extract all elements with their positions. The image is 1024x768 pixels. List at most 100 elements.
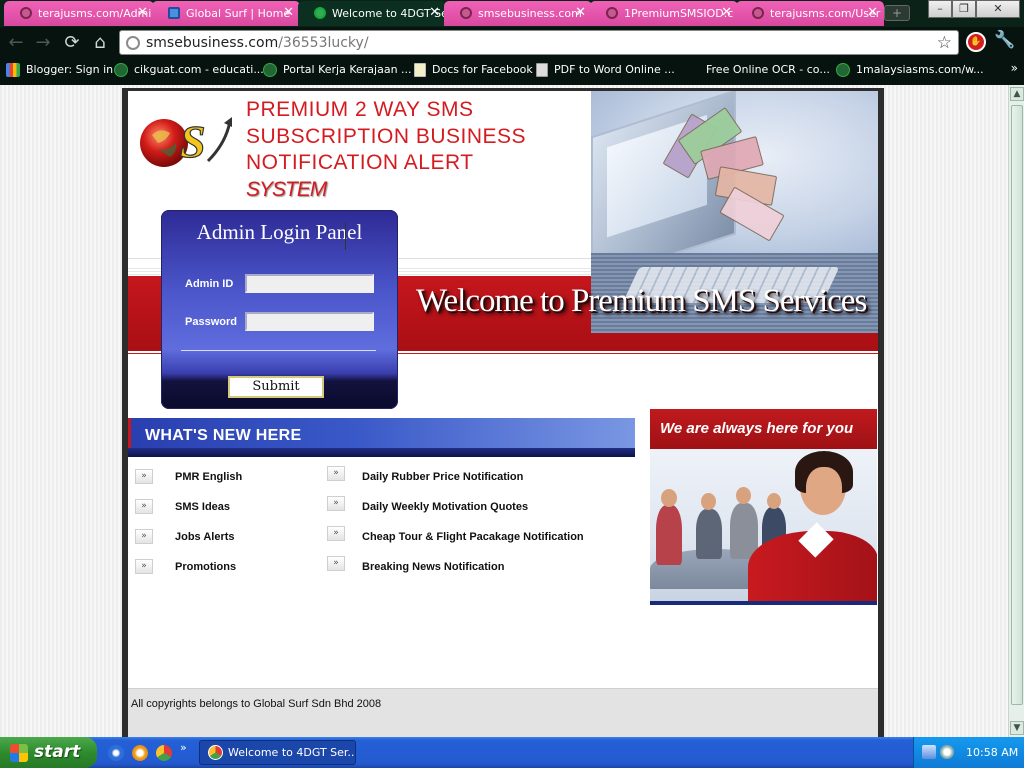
- admin-id-label: Admin ID: [185, 278, 234, 290]
- vertical-scrollbar[interactable]: ▲ ▼: [1008, 85, 1024, 737]
- forward-icon[interactable]: →: [31, 31, 55, 55]
- bookmark-label: Portal Kerja Kerajaan ...: [283, 63, 412, 76]
- headline-line: PREMIUM 2 WAY SMS: [246, 98, 474, 121]
- url-text[interactable]: smsebusiness.com/36553lucky/: [146, 35, 369, 51]
- bookmarks-bar: Blogger: Sign in cikguat.com - educati..…: [0, 59, 1024, 85]
- site-footer: All copyrights belongs to Global Surf Sd…: [128, 688, 878, 738]
- news-link-breaking-news[interactable]: Breaking News Notification: [362, 561, 504, 573]
- chevron-right-icon[interactable]: »: [327, 466, 345, 481]
- site-favicon-icon: [263, 63, 277, 77]
- chevron-right-icon[interactable]: »: [135, 469, 153, 484]
- whats-new-title: WHAT'S NEW HERE: [145, 427, 302, 444]
- scroll-thumb[interactable]: [1011, 105, 1023, 705]
- site-headline: PREMIUM 2 WAY SMS SUBSCRIPTION BUSINESS …: [246, 97, 526, 203]
- news-link-tour-flight[interactable]: Cheap Tour & Flight Pacakage Notificatio…: [362, 531, 584, 543]
- support-promo[interactable]: We are always here for you: [650, 409, 877, 605]
- headline-line: NOTIFICATION ALERT: [246, 151, 474, 174]
- minimize-button[interactable]: –: [928, 0, 952, 18]
- document-icon: [414, 63, 426, 77]
- bookmark-blogger[interactable]: Blogger: Sign in: [6, 63, 113, 77]
- svg-text:S: S: [180, 116, 206, 167]
- password-label: Password: [185, 316, 237, 328]
- close-icon[interactable]: ✕: [867, 5, 878, 20]
- close-icon[interactable]: ✕: [137, 5, 148, 20]
- chevron-right-icon[interactable]: »: [327, 496, 345, 511]
- headline-line: SYSTEM: [246, 177, 327, 201]
- wrench-icon[interactable]: 🔧: [994, 30, 1015, 50]
- scroll-up-icon[interactable]: ▲: [1010, 87, 1024, 101]
- chevron-right-icon[interactable]: »: [327, 556, 345, 571]
- site-favicon-icon: [168, 7, 180, 19]
- admin-id-input[interactable]: [245, 274, 374, 293]
- chevron-right-icon[interactable]: »: [135, 499, 153, 514]
- volume-icon[interactable]: [940, 745, 954, 759]
- tab-terajusms-user[interactable]: terajusms.com/User ✕: [736, 1, 884, 26]
- reload-icon[interactable]: ⟳: [60, 31, 84, 55]
- tab-global-surf[interactable]: Global Surf | Home ✕: [152, 1, 300, 26]
- tab-1premiumsms[interactable]: 1PremiumSMSIOD.c ✕: [590, 1, 738, 26]
- start-button[interactable]: start: [0, 737, 97, 768]
- address-bar[interactable]: smsebusiness.com/36553lucky/ ☆: [119, 30, 959, 55]
- media-player-icon[interactable]: [132, 745, 148, 761]
- site-favicon-icon: [606, 7, 618, 19]
- google-icon: [6, 63, 20, 77]
- password-input[interactable]: [245, 312, 374, 331]
- bookmark-pdf-to-word[interactable]: PDF to Word Online ...: [536, 63, 675, 77]
- close-icon[interactable]: ✕: [283, 5, 294, 20]
- bookmark-label: cikguat.com - educati...: [134, 63, 264, 76]
- news-link-jobs-alerts[interactable]: Jobs Alerts: [175, 531, 235, 543]
- bookmark-portal-kerja[interactable]: Portal Kerja Kerajaan ...: [263, 63, 412, 77]
- close-window-button[interactable]: ✕: [976, 0, 1020, 18]
- restore-button[interactable]: ❐: [952, 0, 976, 18]
- browser-chrome: terajusms.com/Admi ✕ Global Surf | Home …: [0, 0, 1024, 85]
- close-icon[interactable]: ✕: [429, 5, 440, 20]
- bookmark-label: Blogger: Sign in: [26, 63, 114, 76]
- chevron-right-icon[interactable]: »: [135, 559, 153, 574]
- tab-label: smsebusiness.com: [478, 7, 582, 20]
- news-link-pmr-english[interactable]: PMR English: [175, 471, 242, 483]
- login-panel-title: Admin Login Panel: [196, 220, 363, 244]
- site-favicon-icon: [20, 7, 32, 19]
- submit-button[interactable]: Submit: [228, 376, 324, 398]
- chevron-right-icon[interactable]: »: [327, 526, 345, 541]
- chrome-icon: [208, 745, 223, 760]
- bookmark-docs-facebook[interactable]: Docs for Facebook: [414, 63, 533, 77]
- url-path: /36553lucky/: [278, 35, 369, 51]
- close-icon[interactable]: ✕: [575, 5, 586, 20]
- internet-explorer-icon[interactable]: [108, 745, 124, 761]
- adblock-icon[interactable]: ✋: [966, 32, 986, 52]
- taskbar-clock[interactable]: 10:58 AM: [966, 746, 1018, 759]
- taskbar-window-chrome[interactable]: Welcome to 4DGT Ser...: [199, 740, 356, 765]
- home-icon[interactable]: ⌂: [88, 31, 112, 55]
- tab-label: Global Surf | Home: [186, 7, 291, 20]
- close-icon[interactable]: ✕: [721, 5, 732, 20]
- network-icon[interactable]: [922, 745, 936, 759]
- windows-logo-icon: [10, 744, 28, 762]
- news-link-motivation-quotes[interactable]: Daily Weekly Motivation Quotes: [362, 501, 528, 513]
- site-favicon-icon: [836, 63, 850, 77]
- tab-welcome-4dgt[interactable]: Welcome to 4DGT Se ✕: [298, 1, 446, 26]
- site-favicon-icon: [752, 7, 764, 19]
- tab-smsebusiness[interactable]: smsebusiness.com ✕: [444, 1, 592, 26]
- news-link-promotions[interactable]: Promotions: [175, 561, 236, 573]
- new-tab-button[interactable]: +: [884, 5, 910, 21]
- site-frame: S PREMIUM 2 WAY SMS SUBSCRIPTION BUSINES…: [122, 88, 884, 738]
- bookmark-free-ocr[interactable]: Free Online OCR - co...: [706, 63, 830, 77]
- chevron-right-icon[interactable]: »: [135, 529, 153, 544]
- whats-new-header: WHAT'S NEW HERE: [128, 418, 635, 457]
- text-cursor: [345, 222, 346, 250]
- tab-terajusms-admin[interactable]: terajusms.com/Admi ✕: [4, 1, 154, 26]
- back-icon[interactable]: ←: [4, 31, 28, 55]
- bookmarks-overflow-button[interactable]: »: [1011, 61, 1018, 75]
- gs-logo: S: [140, 115, 232, 168]
- scroll-down-icon[interactable]: ▼: [1010, 721, 1024, 735]
- bookmark-star-icon[interactable]: ☆: [937, 33, 952, 53]
- admin-login-panel: Admin Login Panel Admin ID Password Subm…: [161, 210, 398, 409]
- bookmark-1malaysiasms[interactable]: 1malaysiasms.com/w...: [836, 63, 984, 77]
- bookmark-cikguat[interactable]: cikguat.com - educati...: [114, 63, 264, 77]
- chrome-icon[interactable]: [156, 745, 172, 761]
- quicklaunch-more-button[interactable]: »: [180, 741, 187, 754]
- news-link-rubber-price[interactable]: Daily Rubber Price Notification: [362, 471, 523, 483]
- news-link-sms-ideas[interactable]: SMS Ideas: [175, 501, 230, 513]
- bookmark-label: Free Online OCR - co...: [706, 63, 830, 76]
